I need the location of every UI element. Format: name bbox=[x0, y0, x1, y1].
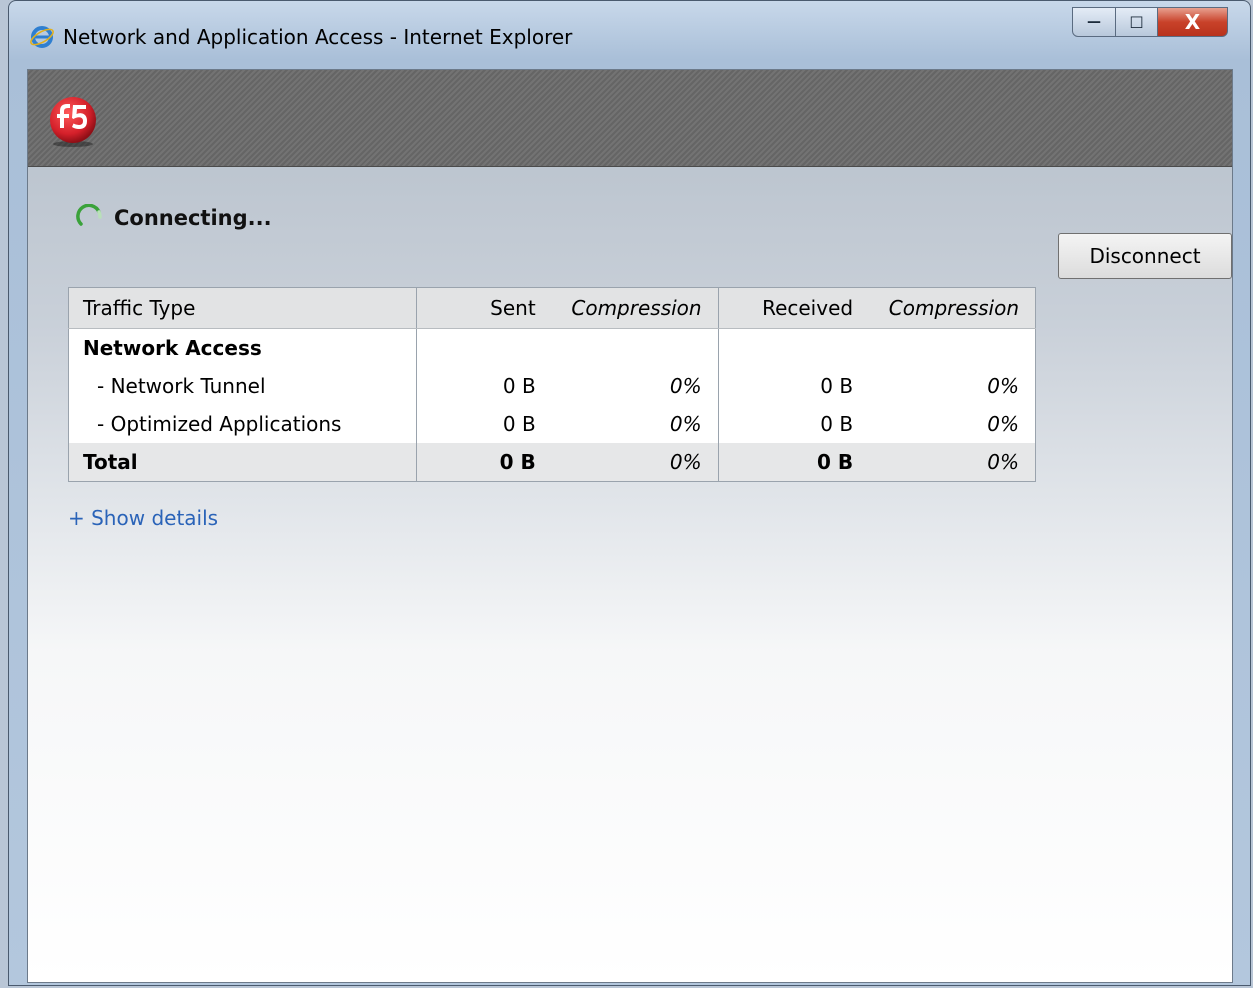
total-sent: 0 B bbox=[416, 443, 540, 482]
status-text: Connecting... bbox=[114, 206, 272, 230]
traffic-table: Traffic Type Sent Compression Received C… bbox=[68, 287, 1036, 482]
total-received-compression: 0% bbox=[857, 443, 1036, 482]
maximize-icon: ☐ bbox=[1129, 12, 1144, 32]
header-sent: Sent bbox=[416, 287, 540, 329]
connection-status: Connecting... bbox=[76, 204, 272, 232]
section-label: Network Access bbox=[68, 328, 417, 367]
total-label: Total bbox=[68, 443, 417, 482]
content-area: Connecting... Disconnect Traffic Type Se… bbox=[27, 69, 1233, 983]
window-controls: — ☐ X bbox=[1072, 7, 1228, 39]
row-received-compression: 0% bbox=[987, 412, 1019, 436]
header-traffic-type: Traffic Type bbox=[68, 287, 417, 329]
row-received: 0 B bbox=[820, 374, 854, 398]
table-section-row: Network Access bbox=[68, 328, 1036, 367]
row-sent-compression: 0% bbox=[539, 367, 719, 405]
row-label: - Optimized Applications bbox=[68, 405, 417, 443]
minimize-button[interactable]: — bbox=[1072, 7, 1116, 37]
row-sent: 0 B bbox=[502, 374, 536, 398]
row-label: - Network Tunnel bbox=[68, 367, 417, 405]
f5-logo bbox=[50, 97, 96, 147]
row-received: 0 B bbox=[820, 412, 854, 436]
window-title: Network and Application Access - Interne… bbox=[63, 25, 573, 49]
header-received: Received bbox=[718, 287, 858, 329]
total-sent-compression: 0% bbox=[539, 443, 719, 482]
close-icon: X bbox=[1184, 10, 1201, 34]
header-sent-compression: Compression bbox=[539, 287, 719, 329]
table-total-row: Total 0 B 0% 0 B 0% bbox=[68, 443, 1036, 482]
row-sent: 0 B bbox=[502, 412, 536, 436]
header-received-compression: Compression bbox=[857, 287, 1036, 329]
table-row: - Network Tunnel 0 B 0% 0 B 0% bbox=[68, 367, 1036, 405]
minimize-icon: — bbox=[1087, 14, 1101, 30]
total-received: 0 B bbox=[718, 443, 858, 482]
table-header-row: Traffic Type Sent Compression Received C… bbox=[68, 287, 1036, 329]
show-details-link[interactable]: + Show details bbox=[68, 506, 218, 530]
disconnect-button[interactable]: Disconnect bbox=[1058, 233, 1232, 279]
title-bar[interactable]: Network and Application Access - Interne… bbox=[9, 1, 1250, 69]
maximize-button[interactable]: ☐ bbox=[1116, 7, 1158, 37]
row-sent-compression: 0% bbox=[539, 405, 719, 443]
row-received-compression: 0% bbox=[987, 374, 1019, 398]
table-row: - Optimized Applications 0 B 0% 0 B 0% bbox=[68, 405, 1036, 443]
close-button[interactable]: X bbox=[1158, 7, 1228, 37]
loading-spinner-icon bbox=[76, 204, 102, 226]
f5-banner bbox=[28, 70, 1232, 167]
internet-explorer-icon bbox=[30, 26, 54, 48]
browser-window: Network and Application Access - Interne… bbox=[8, 0, 1251, 986]
